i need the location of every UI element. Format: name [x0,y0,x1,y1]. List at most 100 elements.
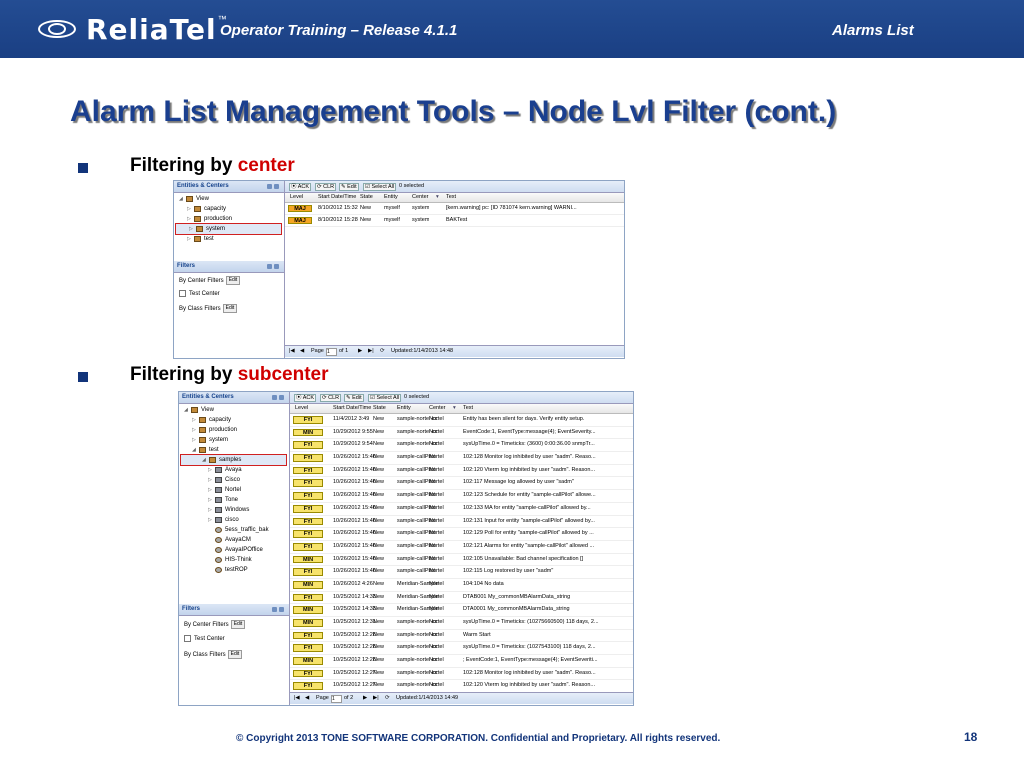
state-column-header[interactable]: State [373,404,386,413]
table-row[interactable]: FYI 10/26/2012 15:40 New sample-callPilot No… [290,477,633,491]
table-row[interactable]: FYI 10/26/2012 15:40 New sample-callPilot No… [290,503,633,516]
expand-closed-icon[interactable]: ▷ [189,224,193,234]
next-page-icon[interactable]: ▶ [358,346,362,357]
refresh-icon[interactable]: ⟳ [385,693,390,704]
tree-node-capacity[interactable]: ▷ capacity [179,415,289,425]
tree-node-his-think[interactable]: HIS-Think [179,555,289,565]
test-center-checkbox[interactable] [184,635,191,642]
tree-node-view[interactable]: ◢ View [174,194,284,204]
tree-node-view[interactable]: ◢ View [179,405,289,415]
expand-closed-icon[interactable]: ▷ [192,435,196,445]
table-row[interactable]: FYI 10/26/2012 15:40 New sample-callPilot No… [290,452,633,465]
expand-open-icon[interactable]: ◢ [202,455,206,465]
tree-node-production[interactable]: ▷ production [179,425,289,435]
tree-node-system[interactable]: ▷ system [175,223,282,235]
tree-node-windows[interactable]: ▷ Windows [179,505,289,515]
tree-node-avayacm[interactable]: AvayaCM [179,535,289,545]
edit-center-filters-button[interactable]: Edit [230,620,246,629]
edit-class-filters-button[interactable]: Edit [227,650,243,659]
edit-class-filters-button[interactable]: Edit [222,304,238,313]
tree-node-avayaipoffice[interactable]: AvayaIPOffice [179,545,289,555]
sort-arrow-icon[interactable]: ▾ [436,193,439,202]
table-row[interactable]: MIN 10/25/2012 12:31 New sample-nortel-cc No… [290,617,633,630]
text-column-header[interactable]: Text [446,193,456,202]
tree-node-production[interactable]: ▷ production [174,214,284,224]
select-all-button[interactable]: ☑ Select All [368,394,402,402]
clr-button[interactable]: ⟳ CLR [320,394,342,402]
tree-node-test[interactable]: ▷ test [174,234,284,244]
table-row[interactable]: FYI 10/25/2012 12:28 New sample-nortel-cc No… [290,630,633,643]
table-row[interactable]: FYI 10/26/2012 15:40 New sample-callPilot No… [290,528,633,541]
center-column-header[interactable]: Center [429,404,446,413]
table-row[interactable]: FYI 10/26/2012 15:40 New sample-callPilot No… [290,516,633,529]
sort-arrow-icon[interactable]: ▾ [453,404,456,413]
clr-button[interactable]: ⟳ CLR [315,183,337,191]
expand-open-icon[interactable]: ◢ [184,405,188,415]
tree-node-cisco[interactable]: ▷ cisco [179,515,289,525]
table-row[interactable]: FYI 11/4/2012 3:49 New sample-nortel-cc Nort… [290,414,633,427]
ack-button[interactable]: ⦿ ACK [294,394,317,402]
table-row[interactable]: FYI 10/26/2012 15:40 New sample-callPilot No… [290,465,633,478]
table-row[interactable]: MAJ 8/10/2012 15:28 New myself system BAKTest [285,215,624,227]
filter-test-center[interactable]: Test Center [184,635,245,650]
table-row[interactable]: FYI 10/25/2012 12:28 New sample-nortel-cc No… [290,642,633,656]
table-row[interactable]: FYI10/25/2012 12:27Newsample-nortel-ccNo… [290,668,633,681]
expand-closed-icon[interactable]: ▷ [192,425,196,435]
expand-closed-icon[interactable]: ▷ [192,415,196,425]
expand-closed-icon[interactable]: ▷ [208,465,212,475]
ack-button[interactable]: ⦿ ACK [289,183,312,191]
expand-open-icon[interactable]: ◢ [192,445,196,455]
next-page-icon[interactable]: ▶ [363,693,367,704]
table-row[interactable]: MIN 10/25/2012 12:28 New sample-nortel-cc No… [290,655,633,668]
expand-closed-icon[interactable]: ▷ [208,505,212,515]
center-column-header[interactable]: Center [412,193,429,202]
text-column-header[interactable]: Text [463,404,473,413]
expand-closed-icon[interactable]: ▷ [187,214,191,224]
first-page-icon[interactable]: |◀ [289,346,295,357]
prev-page-icon[interactable]: ◀ [305,693,309,704]
tree-node-samples[interactable]: ◢ samples [180,454,287,466]
tree-node-cisco[interactable]: ▷ Cisco [179,475,289,485]
tree-node-avaya[interactable]: ▷ Avaya [179,465,289,475]
tree-node-system[interactable]: ▷ system [179,435,289,445]
expand-closed-icon[interactable]: ▷ [208,515,212,525]
first-page-icon[interactable]: |◀ [294,693,300,704]
expand-closed-icon[interactable]: ▷ [208,475,212,485]
table-row[interactable]: MIN 10/29/2012 9:55 New sample-nortel-cc Nor… [290,427,633,440]
filter-test-center[interactable]: Test Center [179,290,240,304]
last-page-icon[interactable]: ▶| [368,346,374,357]
table-row[interactable]: MIN 10/26/2012 4:26 New Meridian-Sample Nort… [290,579,633,592]
page-input[interactable]: 1 [331,695,342,703]
tree-node-tone[interactable]: ▷ Tone [179,495,289,505]
test-center-checkbox[interactable] [179,290,186,297]
edit-button[interactable]: ✎ Edit [344,394,364,402]
page-input[interactable]: 1 [326,348,337,356]
table-row[interactable]: FYI 10/26/2012 15:40 New sample-callPilot No… [290,541,633,554]
expand-closed-icon[interactable]: ▷ [187,234,191,244]
expand-closed-icon[interactable]: ▷ [187,204,191,214]
state-column-header[interactable]: State [360,193,373,202]
last-page-icon[interactable]: ▶| [373,693,379,704]
start-time-column-header[interactable]: Start Date/Time [318,193,356,202]
panel-controls-icon[interactable] [272,604,286,615]
start-time-column-header[interactable]: Start Date/Time [333,404,371,413]
table-row[interactable]: MAJ 8/10/2012 15:32 New myself system [kern.w… [285,203,624,215]
refresh-icon[interactable]: ⟳ [380,346,385,357]
table-row[interactable]: FYI 10/29/2012 9:54 New sample-nortel-cc Nor… [290,439,633,453]
panel-controls-icon[interactable] [267,181,281,192]
panel-controls-icon[interactable] [272,392,286,403]
expand-open-icon[interactable]: ◢ [179,194,183,204]
table-row[interactable]: MIN 10/25/2012 14:33 New Meridian-Sample Nor… [290,604,633,617]
panel-controls-icon[interactable] [267,261,281,272]
edit-button[interactable]: ✎ Edit [339,183,359,191]
edit-center-filters-button[interactable]: Edit [225,276,241,285]
select-all-button[interactable]: ☑ Select All [363,183,397,191]
level-column-header[interactable]: Level [295,404,308,413]
table-row[interactable]: MIN 10/26/2012 15:40 New sample-callPilot No… [290,554,633,567]
entity-column-header[interactable]: Entity [384,193,398,202]
tree-node-test[interactable]: ◢ test [179,445,289,455]
tree-node-5ess-traffic-bak[interactable]: 5ess_traffic_bak [179,525,289,535]
table-row[interactable]: FYI 10/26/2012 15:40 New sample-callPilot No… [290,490,633,503]
prev-page-icon[interactable]: ◀ [300,346,304,357]
tree-node-capacity[interactable]: ▷ capacity [174,204,284,214]
